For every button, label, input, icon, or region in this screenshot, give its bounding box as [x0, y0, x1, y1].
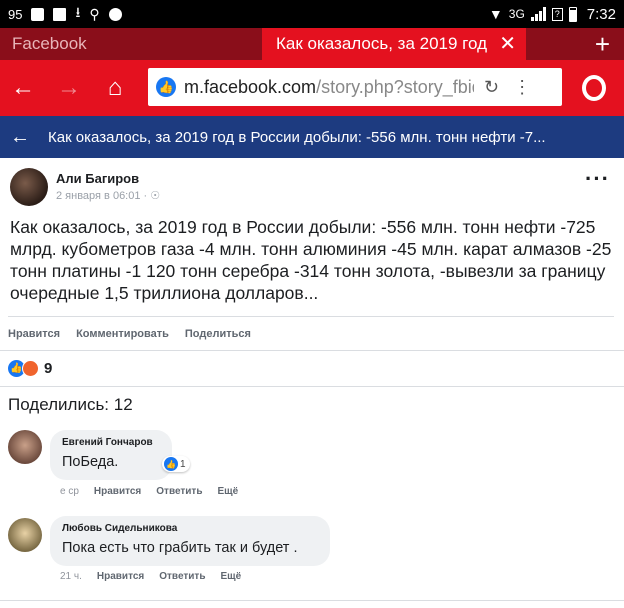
back-arrow-icon[interactable]: ← — [0, 126, 40, 149]
tab-facebook[interactable]: Facebook — [0, 28, 262, 60]
alert-icon: ? — [551, 7, 563, 21]
comment-text: ПоБеда. — [62, 454, 119, 470]
post-timestamp[interactable]: 2 января в 06:01 · ☉ — [56, 189, 160, 202]
clock: 7:32 — [586, 5, 616, 23]
comment-more-button[interactable]: Ещё — [220, 571, 241, 582]
commenter-avatar[interactable] — [8, 430, 42, 464]
browser-toolbar: ← → ⌂ 👍 m.facebook.com/story.php?story_f… — [0, 60, 624, 116]
opera-menu-icon[interactable] — [582, 75, 606, 101]
comment-more-button[interactable]: Ещё — [217, 486, 238, 497]
comment-like-button[interactable]: Нравится — [97, 571, 144, 582]
comment-time[interactable]: 21 ч. — [60, 571, 82, 582]
post-actions: Нравится Комментировать Поделиться — [8, 316, 614, 350]
like-reaction-icon: 👍 — [164, 457, 178, 471]
comment-bubble: Любовь Сидельникова Пока есть что грабит… — [50, 516, 330, 566]
comment-actions: е ср Нравится Ответить Ещё — [60, 486, 238, 497]
commenter-name[interactable]: Евгений Гончаров — [62, 437, 160, 448]
status-bar: 95 ⭳ ⚲ ▼ 3G ? 7:32 — [0, 0, 624, 28]
author-name[interactable]: Али Багиров — [56, 171, 139, 186]
back-arrow-icon[interactable]: ← — [0, 60, 46, 116]
comment-bubble: Евгений Гончаров ПоБеда. — [50, 430, 172, 480]
divider — [0, 600, 624, 601]
comment-like-count: 1 — [180, 458, 186, 470]
search-icon: ⚲ — [89, 5, 100, 22]
signal-icon — [530, 7, 546, 21]
comment-button[interactable]: Комментировать — [76, 328, 169, 340]
share-button[interactable]: Поделиться — [185, 328, 251, 340]
comment-like-button[interactable]: Нравится — [94, 486, 141, 497]
reactions-summary[interactable]: 👍 9 — [0, 350, 624, 386]
comment-actions: 21 ч. Нравится Ответить Ещё — [60, 571, 241, 582]
address-bar[interactable]: 👍 m.facebook.com/story.php?story_fbid ↻ … — [148, 68, 562, 106]
forward-arrow-icon[interactable]: → — [46, 60, 92, 116]
commenter-name[interactable]: Любовь Сидельникова — [62, 523, 318, 534]
comment-reply-button[interactable]: Ответить — [156, 486, 202, 497]
comment: Любовь Сидельникова Пока есть что грабит… — [0, 514, 624, 594]
commenter-avatar[interactable] — [8, 518, 42, 552]
network-type: 3G — [508, 7, 525, 21]
url-text[interactable]: m.facebook.com/story.php?story_fbid — [184, 77, 474, 98]
battery-icon — [568, 6, 577, 22]
close-tab-icon[interactable]: ✕ — [499, 32, 516, 56]
new-tab-plus-icon[interactable]: + — [595, 31, 610, 57]
like-button[interactable]: Нравится — [8, 328, 60, 340]
comment-text: Пока есть что грабить так и будет . — [62, 540, 298, 556]
more-options-icon[interactable]: ··· — [585, 168, 610, 190]
page-title: Как оказалось, за 2019 год в России добы… — [48, 128, 546, 146]
reload-icon[interactable]: ↻ — [484, 77, 499, 98]
shares-count[interactable]: Поделились: 12 — [0, 386, 624, 422]
download-icon: ⭳ — [75, 4, 81, 20]
comment-time[interactable]: е ср — [60, 486, 79, 497]
tab-story[interactable]: Как оказалось, за 2019 год ✕ — [262, 28, 526, 60]
post-header: Али Багиров 2 января в 06:01 · ☉ ··· — [10, 166, 614, 206]
site-thumbs-up-icon: 👍 — [156, 77, 176, 97]
author-avatar[interactable] — [10, 168, 48, 206]
comment-reply-button[interactable]: Ответить — [159, 571, 205, 582]
kebab-menu-icon[interactable]: ⋮ — [513, 77, 531, 98]
circle-icon — [108, 7, 122, 21]
tab-bar: Facebook Как оказалось, за 2019 год ✕ + — [0, 28, 624, 60]
page-header: ← Как оказалось, за 2019 год в России до… — [0, 116, 624, 158]
notification-count: 95 — [8, 6, 23, 22]
post-text: Как оказалось, за 2019 год в России добы… — [10, 217, 612, 303]
image-icon — [53, 7, 67, 21]
angry-reaction-icon — [22, 360, 39, 377]
reaction-count: 9 — [44, 360, 53, 377]
url-path: /story.php?story_fbid — [316, 76, 474, 97]
comment: Евгений Гончаров ПоБеда. 👍 1 е ср Нравит… — [0, 428, 624, 502]
tab-label: Facebook — [12, 34, 87, 53]
comment-like-badge[interactable]: 👍 1 — [162, 456, 190, 472]
bag-icon — [31, 7, 45, 21]
wifi-icon: ▼ — [488, 6, 503, 22]
home-icon[interactable]: ⌂ — [92, 60, 138, 116]
url-domain: m.facebook.com — [184, 76, 317, 97]
tab-label: Как оказалось, за 2019 год — [276, 34, 488, 53]
